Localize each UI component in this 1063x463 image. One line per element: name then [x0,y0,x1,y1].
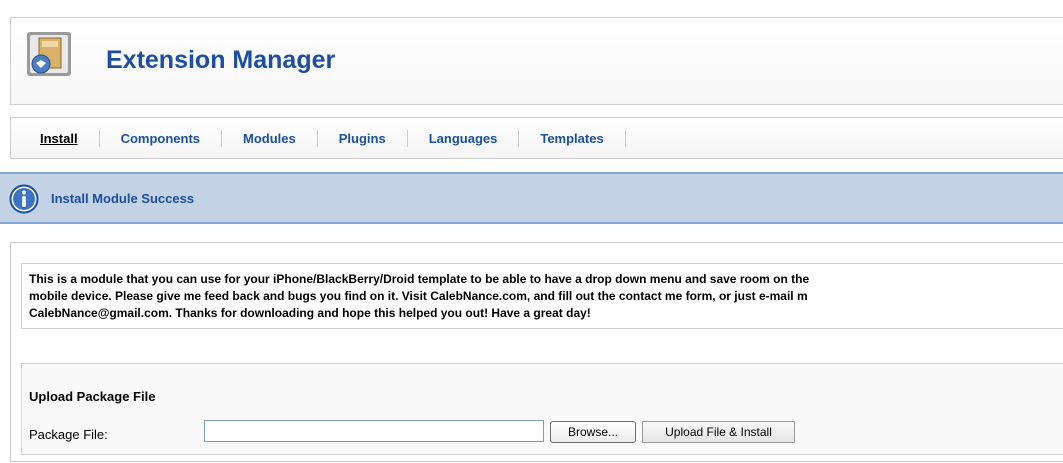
tab-components[interactable]: Components [100,130,223,147]
module-description: This is a module that you can use for yo… [21,263,1063,329]
description-line-1: This is a module that you can use for yo… [29,272,810,286]
tab-languages[interactable]: Languages [408,130,520,147]
browse-button[interactable]: Browse... [550,421,636,443]
upload-install-button[interactable]: Upload File & Install [642,421,795,443]
description-line-2: mobile device. Please give me feed back … [29,289,808,303]
tab-templates[interactable]: Templates [519,130,626,147]
system-message: Install Module Success [0,172,1063,224]
tab-install[interactable]: Install [31,130,100,147]
tab-plugins[interactable]: Plugins [318,130,408,147]
page-title: Extension Manager [106,46,336,74]
message-text: Install Module Success [51,191,195,206]
header-panel: Extension Manager [10,17,1063,105]
upload-legend: Upload Package File [29,389,156,404]
info-icon [9,184,39,214]
package-file-input[interactable] [204,420,544,442]
content-panel: This is a module that you can use for yo… [10,242,1063,462]
submenu-tabs: Install Components Modules Plugins Langu… [10,117,1063,159]
description-line-3: CalebNance@gmail.com. Thanks for downloa… [29,306,591,320]
extension-manager-icon [27,32,71,76]
tab-modules[interactable]: Modules [222,130,318,147]
package-file-label: Package File: [29,427,108,442]
upload-form: Upload Package File Package File: Browse… [21,363,1063,455]
